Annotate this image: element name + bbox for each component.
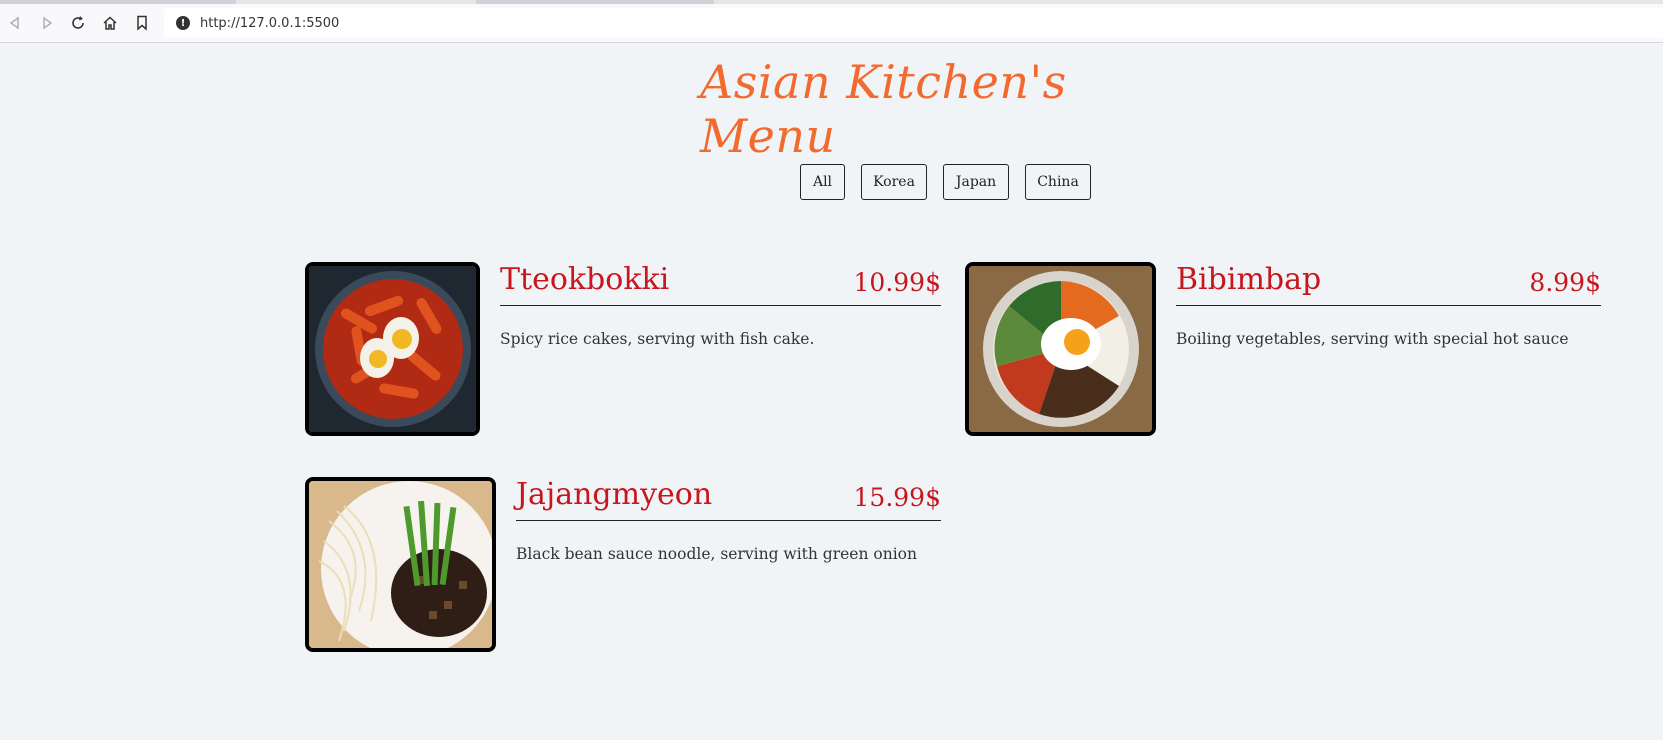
filter-korea-button[interactable]: Korea [861, 164, 927, 200]
item-price: 8.99$ [1529, 268, 1601, 297]
item-description: Black bean sauce noodle, serving with gr… [516, 545, 917, 563]
menu-item-jajangmyeon[interactable]: Jajangmyeon 15.99$ Black bean sauce nood… [516, 477, 941, 563]
item-name: Tteokbokki [500, 262, 670, 297]
item-header: Bibimbap 8.99$ [1176, 262, 1601, 306]
item-price: 10.99$ [853, 268, 941, 297]
menu-item-tteokbokki[interactable]: Tteokbokki 10.99$ Spicy rice cakes, serv… [500, 262, 941, 348]
url-text: http://127.0.0.1:5500 [200, 15, 340, 31]
filter-japan-button[interactable]: Japan [943, 164, 1009, 200]
item-header: Jajangmyeon 15.99$ [516, 477, 941, 521]
item-name: Jajangmyeon [516, 477, 713, 512]
tab-strip [0, 0, 1663, 4]
item-name: Bibimbap [1176, 262, 1322, 297]
back-icon[interactable] [4, 12, 26, 34]
page-title: Asian Kitchen's Menu [700, 55, 1067, 163]
bibimbap-photo [965, 262, 1156, 436]
menu-item-bibimbap[interactable]: Bibimbap 8.99$ Boiling vegetables, servi… [1176, 262, 1601, 348]
info-icon[interactable]: ! [176, 16, 190, 30]
item-price: 15.99$ [853, 483, 941, 512]
filter-all-button[interactable]: All [800, 164, 845, 200]
tteokbokki-photo [305, 262, 480, 436]
reload-icon[interactable] [67, 12, 89, 34]
browser-toolbar: ! http://127.0.0.1:5500 [0, 0, 1663, 43]
forward-icon[interactable] [36, 12, 58, 34]
item-description: Spicy rice cakes, serving with fish cake… [500, 330, 815, 348]
category-filters: All Korea Japan China [800, 164, 1091, 200]
address-bar[interactable]: ! http://127.0.0.1:5500 [164, 8, 1663, 38]
home-icon[interactable] [99, 12, 121, 34]
jajangmyeon-photo [305, 477, 496, 652]
filter-china-button[interactable]: China [1025, 164, 1091, 200]
bookmark-icon[interactable] [131, 12, 153, 34]
item-description: Boiling vegetables, serving with special… [1176, 330, 1569, 348]
item-header: Tteokbokki 10.99$ [500, 262, 941, 306]
